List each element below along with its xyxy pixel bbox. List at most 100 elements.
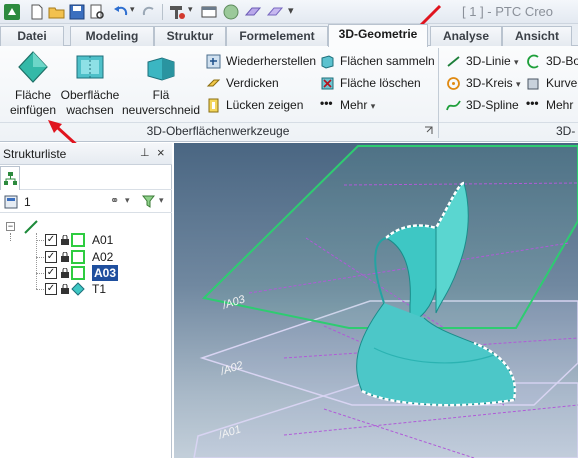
3d-spline-icon: [446, 100, 461, 111]
collect-faces-icon: [321, 55, 334, 69]
tree-item-label-selected: A03: [92, 265, 119, 281]
collect-faces-label: Flächen sammeln: [340, 54, 435, 68]
more-surface-tools-button[interactable]: ••• Mehr ▾: [320, 96, 375, 115]
thicken-label: Verdicken: [226, 76, 279, 90]
3d-arc-label: 3D-Bo: [546, 54, 578, 68]
search-dropdown-icon[interactable]: ▾: [125, 195, 130, 206]
show-gaps-label: Lücken zeigen: [226, 98, 304, 112]
curve-label: Kurver: [546, 76, 578, 90]
structure-panel: Strukturliste ⊥ × 1 ⚭ ▾ ▾ − ✓ A01 ✓ A02 …: [0, 143, 172, 458]
wrap-surface-label-2: wachsen: [66, 103, 114, 117]
plane-view-2-icon[interactable]: [266, 3, 284, 21]
delete-faces-icon: [321, 77, 334, 90]
delete-faces-label: Fläche löschen: [340, 76, 421, 90]
3d-viewport[interactable]: /A03 /A02 /A01: [174, 143, 578, 458]
restore-button[interactable]: Wiederherstellen: [206, 52, 316, 71]
structure-tree-tab[interactable]: [0, 166, 20, 190]
3d-spline-button[interactable]: 3D-Spline: [446, 96, 519, 115]
3d-line-label: 3D-Linie: [466, 54, 511, 68]
window-title: [ 1 ] - PTC Creo: [462, 4, 554, 19]
window-icon[interactable]: [200, 3, 218, 21]
model-count: 1: [24, 195, 31, 209]
new-file-icon[interactable]: [28, 3, 46, 21]
plane-icon: [71, 266, 85, 280]
tab-modeling[interactable]: Modeling: [70, 26, 154, 46]
more-curve-tools-button[interactable]: ••• Mehr: [526, 96, 573, 115]
more-dropdown-icon: ▾: [370, 101, 376, 111]
filter-icon[interactable]: [142, 195, 155, 208]
3d-line-button[interactable]: 3D-Linie ▾: [446, 52, 519, 71]
more-dots-icon: •••: [320, 96, 333, 110]
curve-icon: [527, 78, 539, 90]
print-preview-icon[interactable]: [88, 3, 106, 21]
retrim-surface-icon: [147, 57, 175, 81]
model-icon: [4, 195, 18, 209]
app-logo-icon[interactable]: [3, 3, 21, 21]
save-icon[interactable]: [68, 3, 86, 21]
visibility-checkbox[interactable]: ✓: [45, 267, 57, 279]
more-curve-tools-label: Mehr: [546, 98, 574, 112]
sphere-icon[interactable]: [222, 3, 240, 21]
wrap-surface-button[interactable]: Oberfläche wachsen: [59, 50, 121, 118]
insert-surface-icon: [18, 51, 48, 83]
delete-faces-button[interactable]: Fläche löschen: [320, 74, 421, 93]
tree-item-a02[interactable]: ✓ A02: [36, 249, 166, 265]
qat-customize-icon[interactable]: ▾: [288, 4, 294, 17]
thicken-icon: [206, 79, 221, 87]
tool-palette-icon[interactable]: [168, 3, 186, 21]
3d-arc-icon: [527, 54, 539, 69]
tree-item-t1[interactable]: ✓ T1: [36, 281, 166, 297]
retrim-surface-label-2: neuverschneid: [121, 103, 201, 117]
tree-item-a01[interactable]: ✓ A01: [36, 232, 166, 248]
tab-3d-geometrie[interactable]: 3D-Geometrie: [328, 24, 428, 47]
thicken-button[interactable]: Verdicken: [206, 74, 279, 93]
group-launcher-icon[interactable]: [424, 126, 433, 135]
restore-label: Wiederherstellen: [226, 54, 317, 68]
3d-line-icon: [447, 56, 460, 67]
insert-surface-label-2: einfügen: [9, 103, 57, 117]
3d-circle-button[interactable]: 3D-Kreis ▾: [446, 74, 521, 93]
curve-button[interactable]: Kurver: [526, 74, 578, 93]
lock-icon: [61, 268, 69, 278]
surface-body-icon: [71, 282, 85, 296]
3d-scene[interactable]: /A03 /A02 /A01: [174, 143, 578, 458]
visibility-checkbox[interactable]: ✓: [45, 234, 57, 246]
collect-faces-button[interactable]: Flächen sammeln: [320, 52, 435, 71]
redo-icon[interactable]: [140, 3, 158, 21]
retrim-surface-button[interactable]: Flä neuverschneid: [121, 50, 201, 118]
binoculars-icon[interactable]: ⚭: [110, 194, 119, 207]
tree-item-a03[interactable]: ✓ A03: [36, 265, 166, 281]
open-folder-icon[interactable]: [48, 3, 66, 21]
insert-surface-button[interactable]: Fläche einfügen: [6, 50, 60, 118]
visibility-checkbox[interactable]: ✓: [45, 251, 57, 263]
filter-dropdown-icon[interactable]: ▾: [159, 195, 164, 206]
tree-item-label: A02: [92, 250, 114, 264]
restore-icon: [206, 54, 221, 69]
visibility-checkbox[interactable]: ✓: [45, 283, 57, 295]
undo-dropdown-icon[interactable]: ▾: [130, 4, 135, 15]
tools-dropdown-icon[interactable]: ▾: [188, 4, 193, 15]
structure-panel-title: Strukturliste: [3, 147, 67, 161]
tab-datei[interactable]: Datei: [0, 26, 64, 46]
tab-formelement[interactable]: Formelement: [226, 26, 328, 46]
plane-icon: [71, 233, 85, 247]
quick-access-toolbar: ▾ ▾ ▾ [ 1 ] - PTC Creo: [0, 0, 578, 24]
collapse-icon[interactable]: −: [6, 222, 15, 231]
structure-panel-tabs: [0, 166, 172, 190]
3d-circle-icon: [447, 77, 460, 90]
3d-spline-label: 3D-Spline: [466, 98, 519, 112]
more-surface-tools-label: Mehr: [340, 98, 368, 112]
tab-struktur[interactable]: Struktur: [154, 26, 226, 46]
show-gaps-icon: [208, 98, 219, 113]
insert-surface-label-1: Fläche: [14, 88, 52, 102]
3d-arc-button[interactable]: 3D-Bo: [526, 52, 578, 71]
close-icon[interactable]: ×: [157, 145, 165, 160]
ribbon-tabs: Datei Modeling Struktur Formelement 3D-G…: [0, 24, 578, 47]
pin-icon[interactable]: ⊥: [140, 146, 150, 159]
tab-ansicht[interactable]: Ansicht: [502, 26, 572, 46]
3d-circle-label: 3D-Kreis: [466, 76, 513, 90]
plane-view-icon[interactable]: [244, 3, 262, 21]
structure-panel-toolbar: 1 ⚭ ▾ ▾: [0, 191, 172, 213]
show-gaps-button[interactable]: Lücken zeigen: [206, 96, 303, 115]
undo-icon[interactable]: [112, 3, 130, 21]
